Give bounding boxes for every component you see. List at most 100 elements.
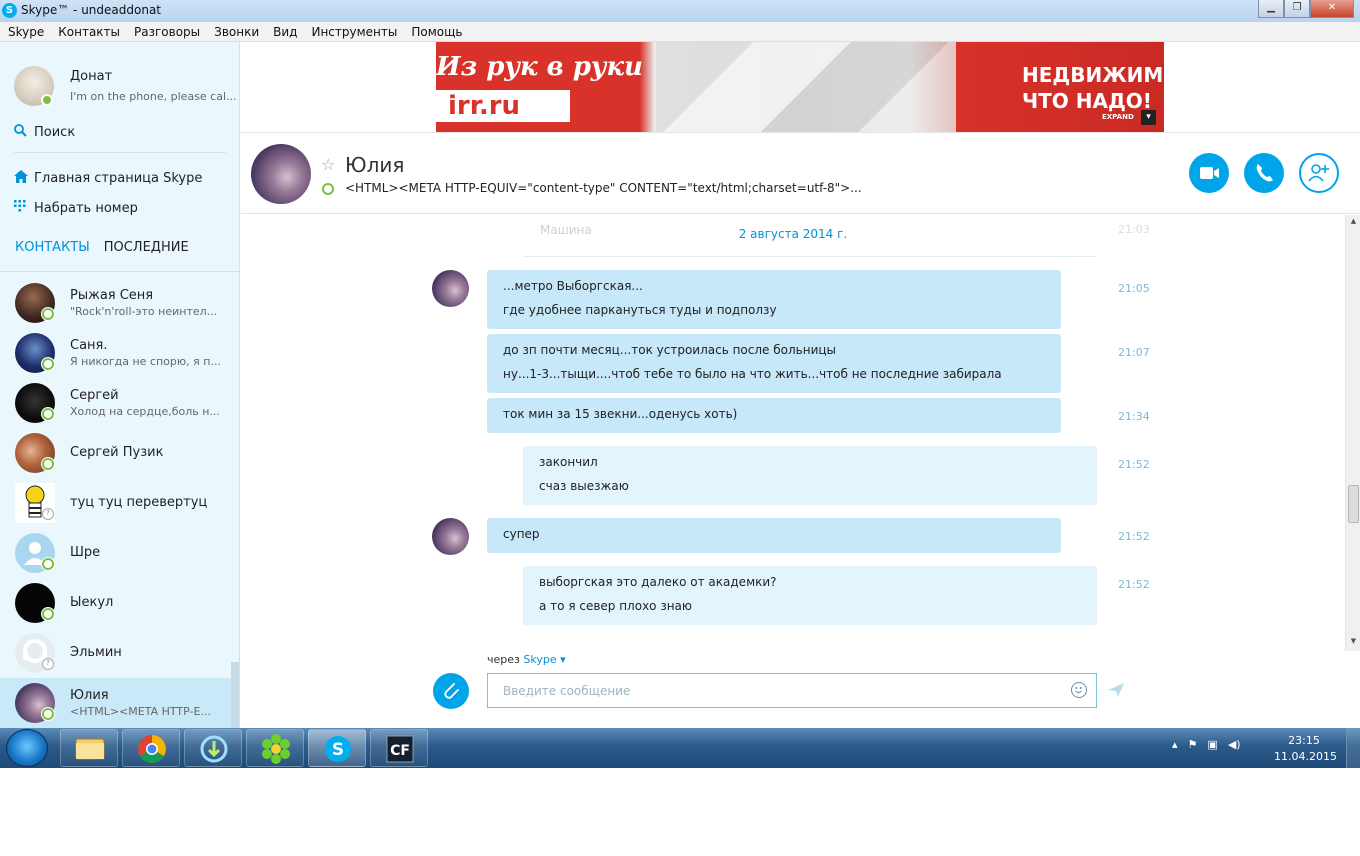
message-bubble-outgoing[interactable]: выборгская это далеко от академки? а то … xyxy=(523,566,1097,625)
icq-flower-icon xyxy=(262,734,290,764)
phone-icon xyxy=(1256,164,1273,182)
banner-headline: Из рук в руки xyxy=(436,52,643,82)
scroll-thumb[interactable] xyxy=(1348,485,1359,523)
message-scrollbar[interactable]: ▲ ▼ xyxy=(1345,215,1360,651)
taskbar-crossfire[interactable]: CF xyxy=(370,729,428,767)
video-call-button[interactable] xyxy=(1189,153,1229,193)
windows-taskbar: S CF ▴ ⚑ ▣ ◀) 23:15 11.04.2015 xyxy=(0,728,1360,768)
online-status-icon xyxy=(42,308,54,320)
add-contact-button[interactable] xyxy=(1299,153,1339,193)
contact-name: туц туц перевертуц xyxy=(70,495,208,510)
divider xyxy=(14,152,226,153)
contact-item[interactable]: Шре xyxy=(0,528,239,578)
date-label: 2 августа 2014 г. xyxy=(738,227,848,241)
clock-date: 11.04.2015 xyxy=(1274,750,1337,763)
contact-item[interactable]: Рыжая Сеня "Rock'n'roll-это неинтел... xyxy=(0,278,239,328)
online-status-icon xyxy=(42,458,54,470)
download-icon xyxy=(200,735,228,763)
message-text: ток мин за 15 звекни...оденусь хоть) xyxy=(503,407,738,421)
home-link[interactable]: Главная страница Skype xyxy=(14,168,202,188)
close-button[interactable]: ✕ xyxy=(1310,0,1354,18)
show-desktop-button[interactable] xyxy=(1346,728,1360,768)
contact-item[interactable]: Сергей Пузик xyxy=(0,428,239,478)
expand-chevron-icon[interactable]: ▾ xyxy=(1141,110,1156,125)
sidebar-scrollbar[interactable] xyxy=(231,662,239,728)
message-time: 21:05 xyxy=(1118,282,1150,295)
contact-item[interactable]: ? туц туц перевертуц xyxy=(0,478,239,528)
menu-contacts[interactable]: Контакты xyxy=(58,25,120,39)
chat-contact-avatar[interactable] xyxy=(251,144,311,204)
sender-avatar[interactable] xyxy=(432,270,469,307)
home-label: Главная страница Skype xyxy=(34,170,203,186)
taskbar-chrome[interactable] xyxy=(122,729,180,767)
emoticon-icon[interactable] xyxy=(1071,682,1087,698)
video-camera-icon xyxy=(1200,167,1219,179)
contact-name: Юлия xyxy=(70,688,109,703)
online-status-icon xyxy=(42,608,54,620)
message-text: супер xyxy=(503,527,540,541)
contact-item[interactable]: Саня. Я никогда не спорю, я п... xyxy=(0,328,239,378)
taskbar-download-manager[interactable] xyxy=(184,729,242,767)
message-bubble[interactable]: до зп почти месяц...ток устроилась после… xyxy=(487,334,1061,393)
dial-link[interactable]: Набрать номер xyxy=(14,198,138,218)
send-button[interactable] xyxy=(1107,682,1125,701)
contact-item[interactable]: Сергей Холод на сердце,боль н... xyxy=(0,378,239,428)
send-arrow-icon xyxy=(1108,683,1124,697)
voice-call-button[interactable] xyxy=(1244,153,1284,193)
tab-contacts[interactable]: КОНТАКТЫ xyxy=(15,240,90,255)
banner-slogan: НЕДВИЖИМО ЧТО НАДО! xyxy=(1022,62,1164,114)
taskbar-icq[interactable] xyxy=(246,729,304,767)
profile-card[interactable]: Донат I'm on the phone, please cal... xyxy=(14,66,237,110)
taskbar-clock[interactable]: 23:15 11.04.2015 xyxy=(1274,733,1337,765)
attach-button[interactable] xyxy=(433,673,469,709)
svg-text:CF: CF xyxy=(390,743,410,759)
volume-icon[interactable]: ◀) xyxy=(1228,738,1241,751)
menu-skype[interactable]: Skype xyxy=(8,25,44,39)
scroll-down-icon[interactable]: ▼ xyxy=(1346,637,1360,649)
svg-text:S: S xyxy=(332,740,344,760)
contact-item-selected[interactable]: Юлия <HTML><META HTTP-E... xyxy=(0,678,239,728)
menu-conversations[interactable]: Разговоры xyxy=(134,25,200,39)
menu-help[interactable]: Помощь xyxy=(411,25,462,39)
message-bubble[interactable]: супер xyxy=(487,518,1061,553)
tray-expand-icon[interactable]: ▴ xyxy=(1172,738,1178,751)
taskbar-explorer[interactable] xyxy=(60,729,118,767)
search-label: Поиск xyxy=(34,124,76,140)
search-link[interactable]: Поиск xyxy=(14,122,75,142)
message-input[interactable] xyxy=(487,673,1097,708)
menu-tools[interactable]: Инструменты xyxy=(311,25,397,39)
skype-window: S Skype™ - undeaddonat ▁ ❐ ✕ Skype Конта… xyxy=(0,0,1360,768)
ad-banner[interactable]: Из рук в руки irr.ru НЕДВИЖИМО ЧТО НАДО!… xyxy=(436,42,1164,132)
chat-contact-mood: <HTML><META HTTP-EQUIV="content-type" CO… xyxy=(345,181,862,195)
favorite-star-icon[interactable]: ☆ xyxy=(321,155,335,174)
message-bubble-outgoing[interactable]: закончил счаз выезжаю xyxy=(523,446,1097,505)
contact-item[interactable]: Ыекул xyxy=(0,578,239,628)
message-bubble[interactable]: ток мин за 15 звекни...оденусь хоть) xyxy=(487,398,1061,433)
message-text: до зп почти месяц...ток устроилась после… xyxy=(503,343,837,357)
conversation-pane: Из рук в руки irr.ru НЕДВИЖИМО ЧТО НАДО!… xyxy=(241,42,1360,728)
menu-calls[interactable]: Звонки xyxy=(214,25,259,39)
skype-icon: S xyxy=(325,736,351,762)
contact-mood: "Rock'n'roll-это неинтел... xyxy=(70,305,218,318)
contact-item[interactable]: ? Эльмин xyxy=(0,628,239,678)
minimize-button[interactable]: ▁ xyxy=(1258,0,1284,18)
sender-avatar[interactable] xyxy=(432,518,469,555)
contact-name: Саня. xyxy=(70,338,108,353)
profile-mood[interactable]: I'm on the phone, please cal... xyxy=(70,90,237,103)
paperclip-icon xyxy=(444,683,459,699)
scroll-up-icon[interactable]: ▲ xyxy=(1346,217,1360,229)
start-button[interactable] xyxy=(6,729,48,767)
contact-name: Сергей Пузик xyxy=(70,445,164,460)
menu-view[interactable]: Вид xyxy=(273,25,297,39)
tab-recent[interactable]: ПОСЛЕДНИЕ xyxy=(104,240,189,255)
message-bubble[interactable]: ...метро Выборгская... где удобнее парка… xyxy=(487,270,1061,329)
home-icon xyxy=(14,169,34,187)
taskbar-skype[interactable]: S xyxy=(308,729,366,767)
dialpad-icon xyxy=(14,199,34,217)
menu-bar: Skype Контакты Разговоры Звонки Вид Инст… xyxy=(0,22,1360,42)
send-via-selector[interactable]: Skype ▾ xyxy=(523,653,565,666)
maximize-button[interactable]: ❐ xyxy=(1284,0,1310,18)
network-icon[interactable]: ▣ xyxy=(1207,738,1217,751)
message-history[interactable]: Машина 21:03 2 августа 2014 г. ...метро … xyxy=(241,215,1345,651)
action-center-flag-icon[interactable]: ⚑ xyxy=(1188,738,1198,751)
